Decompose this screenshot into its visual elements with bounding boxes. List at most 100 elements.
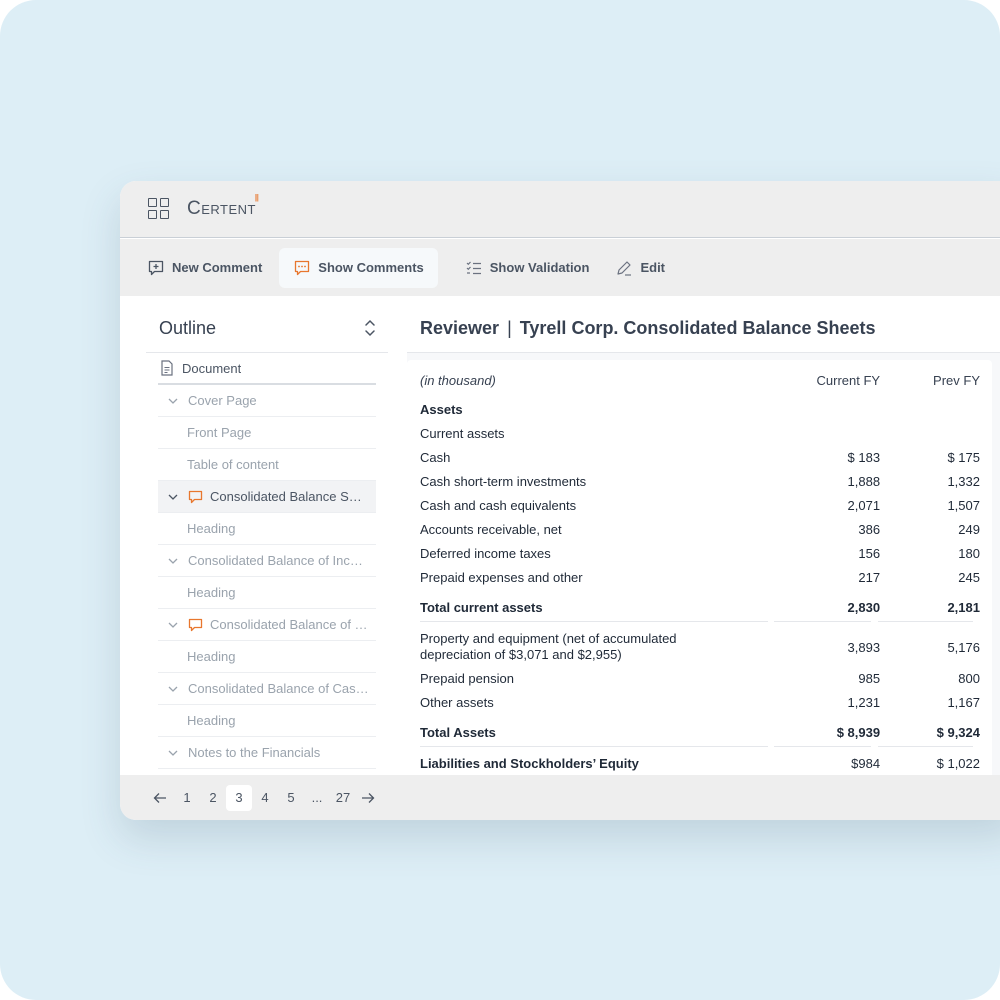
column-header-prev-fy: Prev FY xyxy=(933,373,980,388)
cell-current: 217 xyxy=(858,570,881,585)
page-5[interactable]: 5 xyxy=(278,785,304,811)
outline-item-label: Heading xyxy=(187,713,236,728)
report-panel: Reviewer | Tyrell Corp. Consolidated Balan… xyxy=(407,296,1000,780)
expand-collapse-icon[interactable] xyxy=(364,319,376,337)
cell-current: 2,071 xyxy=(847,498,881,513)
divider xyxy=(774,621,871,622)
table-row: Current assets xyxy=(420,426,980,441)
cell-prev: 800 xyxy=(958,671,980,686)
cell-current: 1,231 xyxy=(847,695,881,710)
chevron-down-icon[interactable] xyxy=(168,749,180,757)
table-header-row: (in thousand) Current FY Prev FY xyxy=(420,373,980,388)
row-label: Total Assets xyxy=(420,725,496,740)
report-title: Reviewer | Tyrell Corp. Consolidated Balan… xyxy=(420,318,876,339)
reviewer-role: Reviewer xyxy=(420,317,500,338)
page-3-current[interactable]: 3 xyxy=(226,784,252,811)
row-label: Accounts receivable, net xyxy=(420,522,562,537)
outline-item-heading[interactable]: Heading xyxy=(158,513,376,545)
report-header: Reviewer | Tyrell Corp. Consolidated Balan… xyxy=(407,296,1000,353)
edit-label: Edit xyxy=(640,260,666,275)
logo-text: Certent xyxy=(187,198,256,219)
outline-panel: Outline Document Cover Page Front Page T… xyxy=(146,296,388,775)
outline-item-heading[interactable]: Heading xyxy=(158,705,376,737)
outline-item-balance-equity[interactable]: Consolidated Balance of Equity xyxy=(158,609,376,641)
pencil-icon xyxy=(617,260,632,276)
cell-current: 985 xyxy=(858,671,881,686)
outline-item-label: Heading xyxy=(187,649,236,664)
show-validation-button[interactable]: Show Validation xyxy=(456,248,599,288)
outline-item-balance-cash-flows[interactable]: Consolidated Balance of Cash Flows xyxy=(158,673,376,705)
edit-button[interactable]: Edit xyxy=(606,248,674,288)
outline-item-label: Document xyxy=(182,360,242,376)
cell-prev: 245 xyxy=(958,570,980,585)
app-grid-icon[interactable] xyxy=(148,198,170,220)
cell-prev: 1,332 xyxy=(947,474,980,489)
show-comments-button[interactable]: Show Comments xyxy=(279,247,438,288)
column-header-unit: (in thousand) xyxy=(420,373,496,388)
comments-icon xyxy=(295,260,310,275)
outline-item-label: Table of content xyxy=(187,457,279,472)
cell-prev: 1,167 xyxy=(947,695,980,710)
table-row: Assets xyxy=(420,402,980,417)
next-page-button[interactable] xyxy=(358,785,378,811)
arrow-left-icon xyxy=(153,792,166,803)
cell-current: $984 xyxy=(851,756,881,771)
outline-item-heading[interactable]: Heading xyxy=(158,577,376,609)
table-row: Prepaid expenses and other 217 245 xyxy=(420,570,980,585)
row-label: Liabilities and Stockholders’ Equity xyxy=(420,756,639,771)
divider xyxy=(420,621,768,622)
new-comment-button[interactable]: New Comment xyxy=(138,248,271,288)
cell-current: 1,888 xyxy=(847,474,881,489)
cell-prev: 1,507 xyxy=(947,498,980,513)
row-label: Deferred income taxes xyxy=(420,546,551,561)
comment-icon xyxy=(188,490,203,504)
outline-item-balance-income[interactable]: Consolidated Balance of Income xyxy=(158,545,376,577)
page-1[interactable]: 1 xyxy=(174,785,200,811)
outline-tree: Document Cover Page Front Page Table of … xyxy=(146,353,388,769)
app-window: Certent ||| New Comment Show Comments Sh… xyxy=(120,181,1000,820)
table-row: Cash $ 183 $ 175 xyxy=(420,450,980,465)
table-row: Cash and cash equivalents 2,071 1,507 xyxy=(420,498,980,513)
outline-item-notes[interactable]: Notes to the Financials xyxy=(158,737,376,769)
prev-page-button[interactable] xyxy=(150,785,170,811)
cell-current: $ 8,939 xyxy=(836,725,881,740)
page-2[interactable]: 2 xyxy=(200,785,226,811)
checklist-icon xyxy=(466,261,481,274)
page-27[interactable]: 27 xyxy=(330,785,356,811)
cell-current: $ 183 xyxy=(847,450,881,465)
page-4[interactable]: 4 xyxy=(252,785,278,811)
chevron-down-icon[interactable] xyxy=(168,493,180,501)
table-row: Accounts receivable, net 386 249 xyxy=(420,522,980,537)
outline-item-label: Consolidated Balance Sheets xyxy=(210,489,368,504)
chevron-down-icon[interactable] xyxy=(168,621,180,629)
cell-current: 156 xyxy=(858,546,881,561)
column-header-current-fy: Current FY xyxy=(816,373,881,388)
table-row: Liabilities and Stockholders’ Equity $98… xyxy=(420,756,980,771)
statement-title: Tyrell Corp. Consolidated Balance Sheets xyxy=(519,317,876,338)
outline-item-document[interactable]: Document xyxy=(158,353,376,385)
balance-sheet-table: (in thousand) Current FY Prev FY Assets … xyxy=(407,360,992,780)
outline-item-label: Consolidated Balance of Equity xyxy=(210,617,370,632)
table-row: Deferred income taxes 156 180 xyxy=(420,546,980,561)
row-label: Assets xyxy=(420,402,463,417)
outline-item-table-of-content[interactable]: Table of content xyxy=(158,449,376,481)
outline-item-front-page[interactable]: Front Page xyxy=(158,417,376,449)
row-label: Cash xyxy=(420,450,451,465)
outline-item-label: Consolidated Balance of Cash Flows xyxy=(188,681,370,696)
cell-current: 3,893 xyxy=(847,639,881,655)
show-comments-label: Show Comments xyxy=(318,260,424,275)
row-label: Property and equipment (net of accumulat… xyxy=(420,631,766,663)
outline-item-balance-sheets[interactable]: Consolidated Balance Sheets xyxy=(158,481,376,513)
chevron-down-icon[interactable] xyxy=(168,557,180,565)
cell-prev: 180 xyxy=(958,546,980,561)
chevron-down-icon[interactable] xyxy=(168,685,180,693)
logo-mark: ||| xyxy=(254,193,259,202)
cell-current: 2,830 xyxy=(847,600,881,615)
outline-item-cover-page[interactable]: Cover Page xyxy=(158,385,376,417)
title-bar: Certent ||| xyxy=(120,181,1000,238)
outline-item-heading[interactable]: Heading xyxy=(158,641,376,673)
outline-item-label: Heading xyxy=(187,521,236,536)
chevron-down-icon[interactable] xyxy=(168,397,180,405)
row-label: Cash and cash equivalents xyxy=(420,498,577,513)
outline-item-label: Heading xyxy=(187,585,236,600)
